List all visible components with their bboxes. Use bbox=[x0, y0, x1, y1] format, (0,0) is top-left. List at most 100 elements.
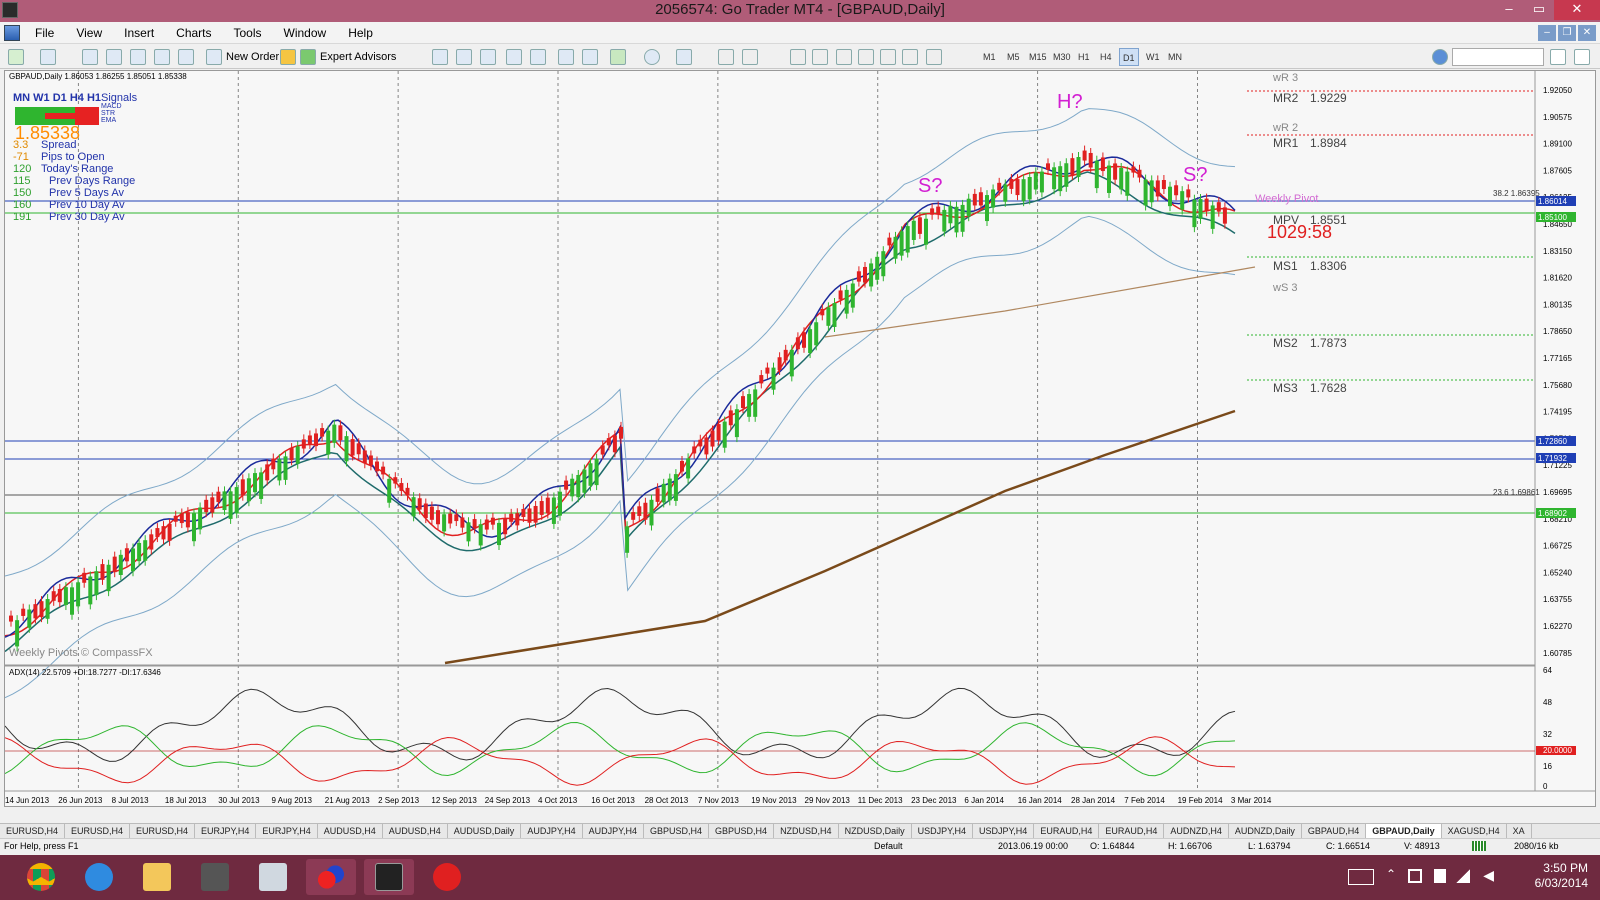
taskbar-ie[interactable] bbox=[74, 859, 124, 895]
chart-tab[interactable]: EURAUD,H4 bbox=[1034, 824, 1100, 838]
taskbar-app4[interactable] bbox=[190, 859, 240, 895]
zoom-out-button[interactable] bbox=[530, 48, 546, 66]
data-window-button[interactable] bbox=[130, 48, 146, 66]
chart-tab[interactable]: AUDUSD,H4 bbox=[383, 824, 448, 838]
market-watch-button[interactable] bbox=[82, 48, 98, 66]
price-chart[interactable]: GBPAUD,Daily 1.86053 1.86255 1.85051 1.8… bbox=[5, 71, 1596, 807]
menu-window[interactable]: Window bbox=[273, 26, 338, 40]
text-button[interactable] bbox=[880, 48, 896, 66]
menu-file[interactable]: File bbox=[24, 26, 65, 40]
templates-button[interactable] bbox=[676, 48, 692, 66]
zoom-in-button[interactable] bbox=[506, 48, 522, 66]
line-chart-button[interactable] bbox=[480, 48, 496, 66]
minimize-button[interactable]: – bbox=[1494, 0, 1524, 20]
terminal-button[interactable] bbox=[154, 48, 170, 66]
chart-tab[interactable]: GBPUSD,H4 bbox=[709, 824, 775, 838]
bar-chart-button[interactable] bbox=[432, 48, 448, 66]
expert-advisors-button[interactable]: Expert Advisors bbox=[300, 48, 396, 66]
timeframe-d1[interactable]: D1 bbox=[1119, 48, 1139, 66]
cursor-button[interactable] bbox=[718, 48, 734, 66]
arrows-button[interactable] bbox=[926, 48, 942, 66]
chart-tab[interactable]: NZDUSD,Daily bbox=[839, 824, 912, 838]
chart-tab[interactable]: EURJPY,H4 bbox=[195, 824, 257, 838]
mdi-close-button[interactable]: ✕ bbox=[1578, 25, 1596, 41]
keyboard-icon[interactable] bbox=[1348, 869, 1374, 885]
timeframe-m15[interactable]: M15 bbox=[1026, 48, 1050, 66]
chart-tab[interactable]: XAGUSD,H4 bbox=[1442, 824, 1507, 838]
chart-tab[interactable]: EURUSD,H4 bbox=[130, 824, 196, 838]
taskbar-go-trader[interactable] bbox=[364, 859, 414, 895]
action-center-icon[interactable] bbox=[1408, 869, 1422, 883]
chart-tab[interactable]: AUDUSD,Daily bbox=[448, 824, 522, 838]
strategy-tester-button[interactable] bbox=[178, 48, 194, 66]
crosshair-button[interactable] bbox=[742, 48, 758, 66]
chart-tab[interactable]: EURUSD,H4 bbox=[0, 824, 66, 838]
horizontal-line-button[interactable] bbox=[790, 48, 806, 66]
periods-button[interactable] bbox=[644, 48, 660, 66]
timeframe-m1[interactable]: M1 bbox=[980, 48, 999, 66]
settings-button[interactable] bbox=[1432, 48, 1448, 66]
menu-charts[interactable]: Charts bbox=[165, 26, 222, 40]
network-icon[interactable] bbox=[1456, 869, 1470, 883]
chart-tab[interactable]: AUDJPY,H4 bbox=[521, 824, 583, 838]
community-button[interactable] bbox=[1574, 48, 1590, 66]
navigator-button[interactable] bbox=[106, 48, 122, 66]
chart-tab[interactable]: AUDUSD,H4 bbox=[318, 824, 383, 838]
menu-view[interactable]: View bbox=[65, 26, 113, 40]
timeframe-mn[interactable]: MN bbox=[1165, 48, 1185, 66]
text-label-button[interactable] bbox=[902, 48, 918, 66]
mdi-restore-button[interactable]: ❐ bbox=[1558, 25, 1576, 41]
maximize-button[interactable]: ▭ bbox=[1524, 0, 1554, 20]
chart-tab[interactable]: EURJPY,H4 bbox=[256, 824, 318, 838]
chart-tab[interactable]: USDJPY,H4 bbox=[973, 824, 1035, 838]
new-chart-button[interactable] bbox=[8, 48, 24, 66]
new-order-button[interactable]: New Order bbox=[206, 48, 279, 66]
timeframe-w1[interactable]: W1 bbox=[1143, 48, 1163, 66]
profiles-button[interactable] bbox=[40, 48, 56, 66]
volume-icon[interactable]: ◀ bbox=[1483, 867, 1494, 884]
timeframe-h1[interactable]: H1 bbox=[1075, 48, 1093, 66]
chart-tab[interactable]: EURUSD,H4 bbox=[65, 824, 131, 838]
search-input[interactable] bbox=[1452, 48, 1544, 66]
mdi-minimize-button[interactable]: – bbox=[1538, 25, 1556, 41]
chart-tab[interactable]: AUDNZD,Daily bbox=[1229, 824, 1302, 838]
battery-icon[interactable] bbox=[1434, 869, 1446, 883]
chart-tab[interactable]: XA bbox=[1507, 824, 1532, 838]
candlestick-button[interactable] bbox=[456, 48, 472, 66]
close-button[interactable]: ✕ bbox=[1554, 0, 1600, 20]
chart-tab[interactable]: GBPAUD,H4 bbox=[1302, 824, 1367, 838]
taskbar-chrome[interactable] bbox=[16, 859, 66, 895]
chart-tab[interactable]: GBPUSD,H4 bbox=[644, 824, 710, 838]
chart-tab[interactable]: AUDJPY,H4 bbox=[583, 824, 645, 838]
trendline-button[interactable] bbox=[812, 48, 828, 66]
chart-tab[interactable]: AUDNZD,H4 bbox=[1164, 824, 1229, 838]
clock[interactable]: 3:50 PM 6/03/2014 bbox=[1498, 861, 1588, 891]
timeframe-h4[interactable]: H4 bbox=[1097, 48, 1115, 66]
signal-bar-d1-2 bbox=[75, 113, 99, 119]
taskbar-calculator[interactable] bbox=[248, 859, 298, 895]
menu-insert[interactable]: Insert bbox=[113, 26, 165, 40]
timeframe-m30[interactable]: M30 bbox=[1050, 48, 1074, 66]
chart-shift-button[interactable] bbox=[558, 48, 574, 66]
chart-window[interactable]: GBPAUD,Daily 1.86053 1.86255 1.85051 1.8… bbox=[4, 70, 1596, 807]
indicators-button[interactable] bbox=[610, 48, 626, 66]
menu-tools[interactable]: Tools bbox=[223, 26, 273, 40]
expert-advisors-icon bbox=[300, 49, 316, 65]
chart-window-icon[interactable] bbox=[4, 24, 20, 41]
metaeditor-button[interactable] bbox=[280, 48, 296, 66]
taskbar-explorer[interactable] bbox=[132, 859, 182, 895]
tray-expand-icon[interactable]: ⌃ bbox=[1386, 867, 1396, 881]
search-button[interactable] bbox=[1550, 48, 1566, 66]
fibonacci-button[interactable] bbox=[858, 48, 874, 66]
timeframe-m5[interactable]: M5 bbox=[1004, 48, 1023, 66]
taskbar-app6[interactable] bbox=[306, 859, 356, 895]
menu-help[interactable]: Help bbox=[337, 26, 384, 40]
taskbar-app8[interactable] bbox=[422, 859, 472, 895]
chart-tab[interactable]: GBPAUD,Daily bbox=[1366, 824, 1442, 838]
auto-scroll-button[interactable] bbox=[582, 48, 598, 66]
chart-tab[interactable]: USDJPY,H4 bbox=[912, 824, 973, 838]
channel-button[interactable] bbox=[836, 48, 852, 66]
chart-tab[interactable]: NZDUSD,H4 bbox=[774, 824, 839, 838]
candle-body bbox=[1192, 199, 1197, 228]
chart-tab[interactable]: EURAUD,H4 bbox=[1099, 824, 1165, 838]
